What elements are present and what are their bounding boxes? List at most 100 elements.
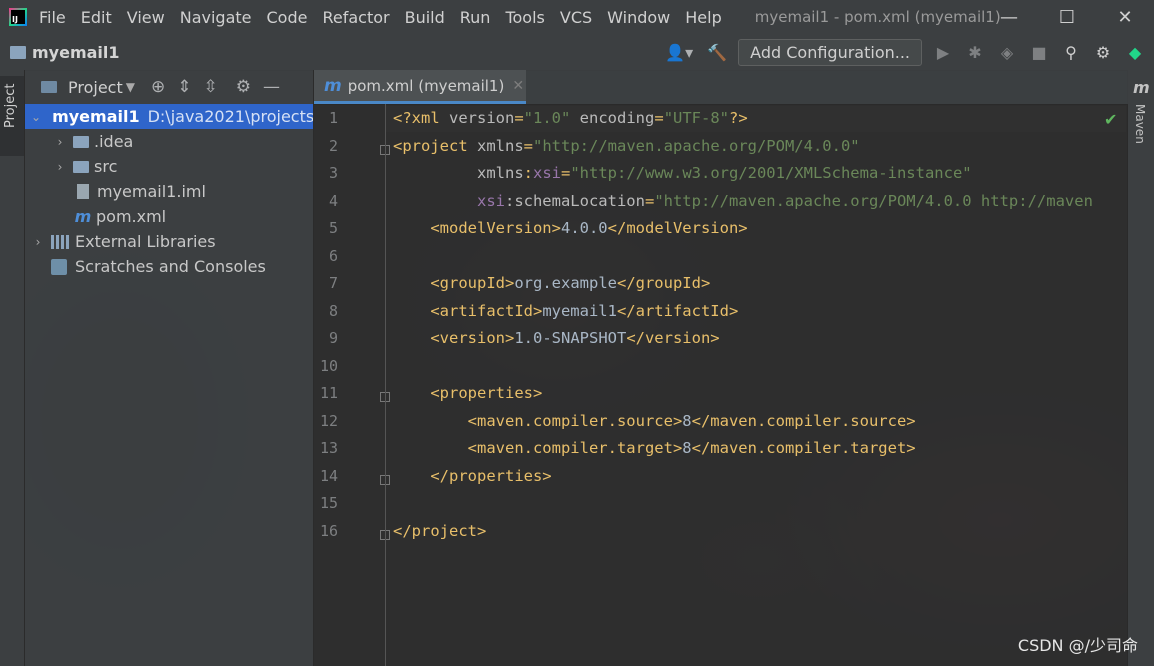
- collapse-all-icon[interactable]: ⇳: [203, 77, 217, 97]
- maximize-button[interactable]: ☐: [1038, 0, 1096, 34]
- main-menu: File Edit View Navigate Code Refactor Build Run…: [39, 8, 737, 27]
- code-token-tag: :: [523, 164, 533, 182]
- run-icon[interactable]: ▶: [932, 41, 954, 63]
- code-line[interactable]: <maven.compiler.target>8</maven.compiler…: [393, 435, 916, 462]
- tree-item-myemail1-iml[interactable]: myemail1.iml: [25, 179, 313, 204]
- tree-item-myemail1[interactable]: ⌄ myemail1 D:\java2021\projects\: [25, 104, 314, 129]
- code-token-tag: =: [514, 109, 524, 127]
- code-token-text: 8: [682, 411, 692, 430]
- line-number: 4: [328, 191, 338, 210]
- menu-code[interactable]: Code: [267, 8, 308, 27]
- code-token-tag: =: [561, 164, 571, 182]
- editor-tab-pom[interactable]: m pom.xml (myemail1) ✕: [314, 70, 526, 104]
- minimize-button[interactable]: —: [980, 0, 1038, 34]
- code-line[interactable]: <artifactId>myemail1</artifactId>: [393, 298, 738, 325]
- chevron-right-icon[interactable]: ›: [31, 235, 45, 249]
- code-line[interactable]: <project xmlns="http://maven.apache.org/…: [393, 133, 860, 160]
- project-view-dropdown[interactable]: Project: [68, 78, 123, 97]
- project-tool-tab[interactable]: Project: [0, 76, 24, 156]
- menu-edit[interactable]: Edit: [81, 8, 112, 27]
- menu-navigate[interactable]: Navigate: [180, 8, 252, 27]
- coverage-icon[interactable]: ◈: [996, 41, 1018, 63]
- line-number: 10: [319, 356, 338, 375]
- code-token-tag: =: [644, 191, 655, 210]
- debug-icon[interactable]: ✱: [964, 41, 986, 63]
- chevron-down-icon[interactable]: ⌄: [31, 110, 41, 124]
- inspection-ok-icon[interactable]: ✔: [1104, 110, 1117, 129]
- module-path: D:\java2021\projects\: [147, 107, 314, 126]
- search-icon[interactable]: ⚲: [1060, 41, 1082, 63]
- code-token-text: 4.0.0: [560, 219, 608, 237]
- code-editor[interactable]: 1 2 3 4 5 6 7 8 9 10 11 12 13 14 15 16 <?xml version="1…: [314, 104, 1128, 666]
- window-controls: — ☐ ✕: [980, 0, 1154, 34]
- user-dropdown-icon[interactable]: 👤▾: [662, 41, 696, 63]
- line-number: 2: [328, 136, 338, 155]
- menu-vcs[interactable]: VCS: [560, 8, 592, 27]
- code-line[interactable]: </project>: [393, 518, 486, 545]
- expand-all-icon[interactable]: ⇕: [177, 77, 191, 97]
- left-tool-window-strip: Project: [0, 70, 25, 666]
- code-token-val: "http://maven.apache.org/POM/4.0.0 http:…: [654, 191, 1093, 210]
- maven-tool-tab-label[interactable]: Maven: [1133, 104, 1147, 144]
- chevron-right-icon[interactable]: ›: [53, 135, 67, 149]
- code-line[interactable]: </properties>: [393, 463, 552, 490]
- tree-item-external-libraries[interactable]: › External Libraries: [25, 229, 313, 254]
- line-number: 13: [319, 439, 338, 457]
- tree-item-idea[interactable]: › .idea: [25, 129, 313, 154]
- stop-icon[interactable]: ■: [1028, 41, 1050, 63]
- code-line[interactable]: xmlns:xsi="http://www.w3.org/2001/XMLSch…: [393, 160, 972, 187]
- code-token-tag: <maven.compiler.target>: [393, 439, 683, 457]
- menu-tools[interactable]: Tools: [505, 8, 544, 27]
- tree-item-scratches-and-consoles[interactable]: Scratches and Consoles: [25, 254, 313, 279]
- code-line[interactable]: <properties>: [393, 380, 542, 407]
- maven-file-icon: m: [74, 207, 92, 226]
- add-configuration-button[interactable]: Add Configuration...: [738, 38, 922, 66]
- chevron-right-icon[interactable]: ›: [53, 160, 67, 174]
- menu-window[interactable]: Window: [607, 8, 670, 27]
- breadcrumb-project[interactable]: myemail1: [32, 43, 120, 62]
- tree-item-src[interactable]: › src: [25, 154, 313, 179]
- code-token-text: 8: [682, 439, 692, 457]
- tree-item-label: .idea: [94, 132, 134, 151]
- code-token-tag: </artifactId>: [616, 301, 739, 320]
- code-line[interactable]: <?xml version="1.0" encoding="UTF-8"?>: [393, 105, 748, 132]
- line-number: 8: [328, 301, 338, 320]
- code-line[interactable]: <version>1.0-SNAPSHOT</version>: [393, 325, 719, 352]
- code-token-tag: =: [523, 136, 534, 155]
- line-number: 16: [319, 521, 338, 540]
- dropdown-arrow-icon[interactable]: ▼: [126, 80, 135, 94]
- gear-icon[interactable]: ⚙: [236, 77, 251, 97]
- build-hammer-icon[interactable]: 🔨: [706, 41, 728, 63]
- code-line[interactable]: <groupId>org.example</groupId>: [393, 270, 710, 297]
- code-token-attr: xmlns: [393, 164, 524, 182]
- code-line[interactable]: xsi:schemaLocation="http://maven.apache.…: [393, 188, 1093, 215]
- line-number-gutter: 1 2 3 4 5 6 7 8 9 10 11 12 13 14 15 16: [314, 104, 390, 666]
- line-number: 3: [328, 164, 338, 182]
- menu-refactor[interactable]: Refactor: [322, 8, 389, 27]
- menu-build[interactable]: Build: [405, 8, 445, 27]
- close-tab-icon[interactable]: ✕: [512, 78, 524, 94]
- editor-tab-bar: m pom.xml (myemail1) ✕: [314, 70, 1128, 105]
- code-line[interactable]: <modelVersion>4.0.0</modelVersion>: [393, 215, 747, 242]
- tree-item-pom-xml[interactable]: m pom.xml: [25, 204, 313, 229]
- project-panel-header: Project ▼ ⊕ ⇕ ⇳ ⚙ —: [25, 70, 313, 105]
- menu-view[interactable]: View: [127, 8, 165, 27]
- line-number: 6: [328, 246, 338, 265]
- tree-item-label: External Libraries: [75, 232, 216, 251]
- tree-item-label: myemail1.iml: [97, 182, 206, 201]
- code-token-tag: </properties>: [393, 466, 552, 485]
- code-line[interactable]: <maven.compiler.source>8</maven.compiler…: [393, 408, 916, 435]
- code-token-text: org.example: [514, 274, 617, 292]
- menu-file[interactable]: File: [39, 8, 66, 27]
- libraries-icon: [51, 234, 69, 249]
- close-button[interactable]: ✕: [1096, 0, 1154, 34]
- code-token-tag: ?>: [729, 109, 748, 127]
- menu-help[interactable]: Help: [685, 8, 721, 27]
- maven-icon[interactable]: m: [1133, 78, 1150, 97]
- menu-run[interactable]: Run: [460, 8, 491, 27]
- locate-icon[interactable]: ⊕: [151, 77, 165, 97]
- hide-icon[interactable]: —: [263, 77, 280, 97]
- settings-gear-icon[interactable]: ⚙: [1092, 41, 1114, 63]
- toolbox-icon[interactable]: ◆: [1124, 41, 1146, 63]
- code-token-tag: </maven.compiler.source>: [691, 411, 916, 430]
